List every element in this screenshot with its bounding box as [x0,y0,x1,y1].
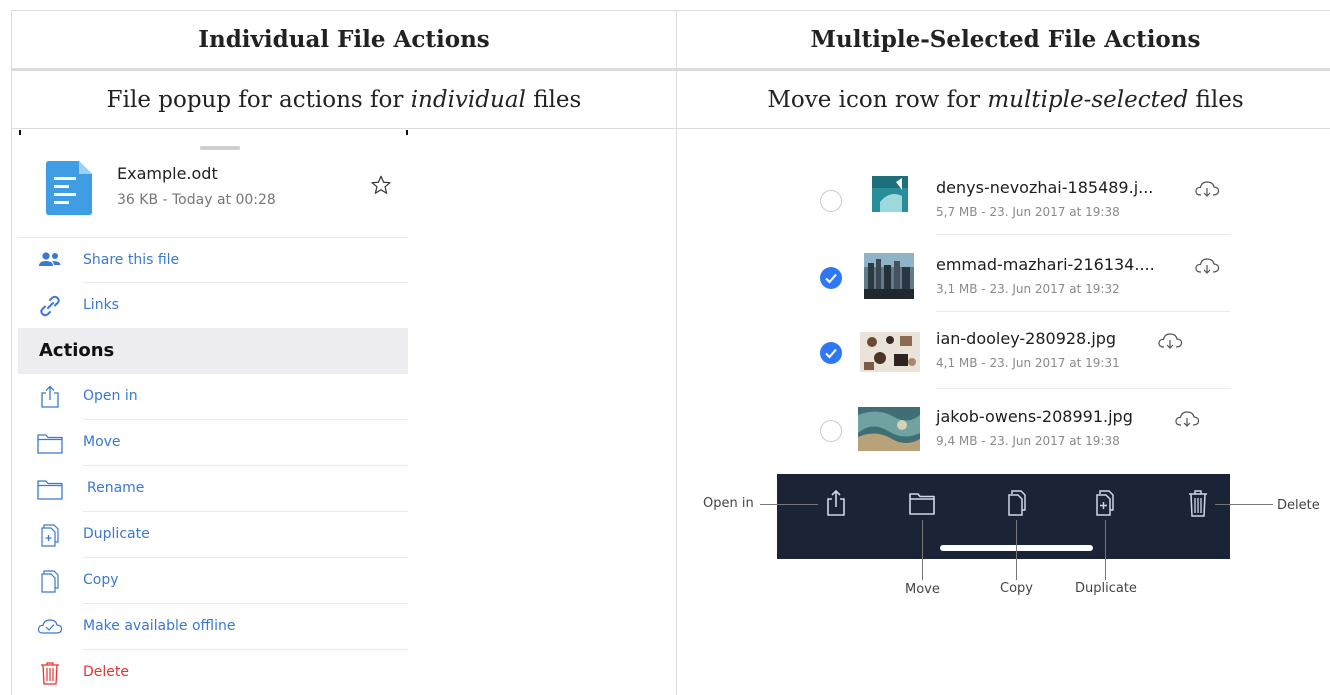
caption-text: Move icon row for [767,86,988,113]
folder-icon [37,434,63,454]
caption-multiple: Move icon row for multiple-selected file… [677,71,1330,128]
screenshot-corner [406,130,408,135]
menu-item-duplicate[interactable]: Duplicate [18,512,408,558]
checkmark-icon [825,273,837,284]
cloud-download-icon[interactable] [1174,410,1200,428]
file-name: denys-nevozhai-185489.j... [936,178,1154,197]
file-list: denys-nevozhai-185489.j... 5,7 MB - 23. … [806,158,1230,474]
file-row[interactable]: jakob-owens-208991.jpg 9,4 MB - 23. Jun … [806,389,1230,466]
menu-item-label: Share this file [83,252,180,268]
file-meta: 9,4 MB - 23. Jun 2017 at 19:38 [936,434,1120,448]
image-thumbnail [864,253,914,299]
caption-row: File popup for actions for individual fi… [12,71,1330,129]
caption-emphasis: multiple-selected [987,86,1189,113]
caption-text: files [1188,86,1244,113]
header-multiple-actions: Multiple-Selected File Actions [810,26,1201,53]
file-meta: 5,7 MB - 23. Jun 2017 at 19:38 [936,205,1120,219]
caption-emphasis: individual [410,86,526,113]
selection-checkbox-checked[interactable] [820,342,842,364]
menu-item-share-file[interactable]: Share this file [18,237,408,283]
trash-icon[interactable] [1185,488,1211,518]
image-thumbnail [858,407,920,451]
callout-copy: Copy [1000,581,1033,596]
callout-line [1215,504,1273,505]
selection-checkbox-checked[interactable] [820,267,842,289]
actions-section-header: Actions [18,328,408,374]
file-name: emmad-mazhari-216134.... [936,255,1155,274]
selection-toolbar [777,474,1230,559]
header-individual-actions: Individual File Actions [198,26,490,53]
callout-move: Move [905,582,940,597]
file-row[interactable]: denys-nevozhai-185489.j... 5,7 MB - 23. … [806,158,1230,235]
file-name: ian-dooley-280928.jpg [936,329,1117,348]
image-thumbnail [860,332,920,372]
share-icon [41,385,59,408]
menu-item-move[interactable]: Move [18,420,408,466]
caption-text: File popup for actions for [106,86,411,113]
file-row[interactable]: ian-dooley-280928.jpg 4,1 MB - 23. Jun 2… [806,312,1230,389]
share-icon[interactable] [823,488,849,518]
menu-item-label: Move [83,434,121,450]
menu-item-delete[interactable]: Delete [18,650,408,695]
file-row[interactable]: emmad-mazhari-216134.... 3,1 MB - 23. Ju… [806,235,1230,312]
section-title: Actions [39,340,115,361]
file-name: Example.odt [117,164,218,183]
file-name: jakob-owens-208991.jpg [936,407,1133,426]
copy-icon [41,570,59,593]
menu-item-label: Delete [83,664,129,680]
image-thumbnail [872,176,908,212]
menu-item-label: Links [83,297,119,313]
cloud-download-icon[interactable] [1157,332,1183,350]
file-meta: 4,1 MB - 23. Jun 2017 at 19:31 [936,356,1120,370]
link-icon [40,295,60,317]
star-icon[interactable] [370,174,392,196]
folder-icon[interactable] [909,488,935,518]
menu-item-label: Rename [87,480,145,496]
document-icon [46,161,92,215]
menu-item-make-available-offline[interactable]: Make available offline [18,604,408,650]
header-row: Individual File Actions Multiple-Selecte… [12,11,1330,71]
menu-item-label: Open in [83,388,138,404]
callout-line [760,504,818,505]
menu-item-label: Copy [83,572,119,588]
menu-item-label: Duplicate [83,526,150,542]
duplicate-icon [41,524,59,547]
file-meta: 36 KB - Today at 00:28 [117,192,276,208]
menu-item-label: Make available offline [83,618,236,634]
file-meta: 3,1 MB - 23. Jun 2017 at 19:32 [936,282,1120,296]
callout-duplicate: Duplicate [1075,581,1137,596]
trash-icon [41,662,59,685]
cloud-check-icon [37,619,63,634]
checkmark-icon [825,348,837,359]
menu-item-rename[interactable]: Rename [18,466,408,512]
people-icon [39,252,61,266]
selection-checkbox[interactable] [820,190,842,212]
callout-line [1016,520,1017,580]
cloud-download-icon[interactable] [1194,257,1220,275]
screenshot-corner [19,130,21,135]
callout-open-in: Open in [703,496,754,511]
caption-text: files [525,86,582,113]
sheet-grabber[interactable] [200,146,240,150]
folder-icon [37,480,63,500]
callout-delete: Delete [1277,498,1320,513]
cloud-download-icon[interactable] [1194,180,1220,198]
callout-line [922,520,923,580]
caption-individual: File popup for actions for individual fi… [12,71,676,128]
menu-item-open-in[interactable]: Open in [18,374,408,420]
menu-item-copy[interactable]: Copy [18,558,408,604]
callout-line [1105,520,1106,580]
copy-icon[interactable] [1004,488,1030,518]
duplicate-icon[interactable] [1092,488,1118,518]
selection-checkbox[interactable] [820,420,842,442]
menu-item-links[interactable]: Links [18,283,408,329]
file-actions-popup: Example.odt 36 KB - Today at 00:28 Share… [18,130,408,695]
